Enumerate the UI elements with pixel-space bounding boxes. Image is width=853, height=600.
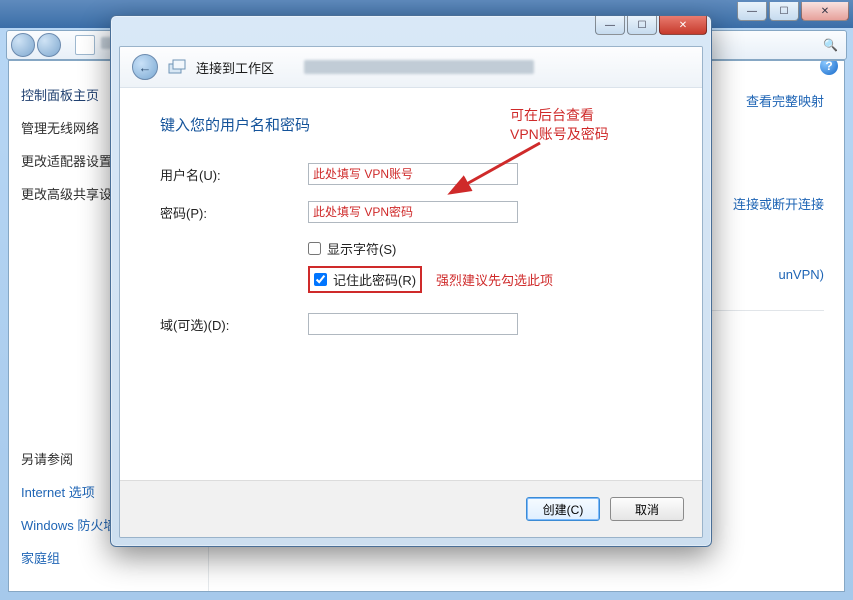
wizard-dialog: — ☐ ✕ ← 连接到工作区 键入您的用户名和密码 用户名(U): <box>110 15 712 547</box>
checkbox-show-chars[interactable] <box>308 242 321 255</box>
parent-maximize-button[interactable]: ☐ <box>769 2 799 21</box>
wizard-titlebar-controls: — ☐ ✕ <box>593 16 707 35</box>
parent-title-controls: — ☐ ✕ <box>735 2 849 21</box>
nav-back-icon[interactable] <box>11 33 35 57</box>
wizard-back-button[interactable]: ← <box>132 54 158 80</box>
wizard-body: ← 连接到工作区 键入您的用户名和密码 用户名(U): 密码(P): <box>119 46 703 538</box>
row-show-chars: 显示字符(S) <box>308 239 662 258</box>
wizard-subtitle-blurred <box>304 60 534 74</box>
wizard-maximize-button[interactable]: ☐ <box>627 16 657 35</box>
link-unvpn[interactable]: unVPN) <box>778 267 824 282</box>
label-show-chars: 显示字符(S) <box>327 239 396 258</box>
help-icon[interactable]: ? <box>820 60 838 75</box>
checkbox-remember[interactable] <box>314 273 327 286</box>
label-username: 用户名(U): <box>160 165 300 184</box>
link-view-full-map[interactable]: 查看完整映射 <box>746 91 824 110</box>
back-icon: ← <box>139 60 152 75</box>
button-create[interactable]: 创建(C) <box>526 497 600 521</box>
nav-forward-icon[interactable] <box>37 33 61 57</box>
close-icon: ✕ <box>821 6 829 17</box>
row-domain: 域(可选)(D): <box>160 313 662 335</box>
maximize-icon: ☐ <box>638 20 647 31</box>
wizard-heading: 键入您的用户名和密码 <box>160 114 662 135</box>
annotation-remember-advice: 强烈建议先勾选此项 <box>436 270 553 289</box>
search-icon: 🔍 <box>823 38 838 52</box>
wizard-title: 连接到工作区 <box>196 58 274 77</box>
close-icon: ✕ <box>679 20 687 31</box>
row-remember: 记住此密码(R) 强烈建议先勾选此项 <box>308 266 662 293</box>
minimize-icon: — <box>747 6 757 17</box>
wizard-header: ← 连接到工作区 <box>120 47 702 88</box>
minimize-icon: — <box>605 20 615 31</box>
wizard-minimize-button[interactable]: — <box>595 16 625 35</box>
sidebar-link-homegroup[interactable]: 家庭组 <box>21 548 196 567</box>
maximize-icon: ☐ <box>780 6 789 17</box>
label-remember: 记住此密码(R) <box>333 270 416 289</box>
parent-minimize-button[interactable]: — <box>737 2 767 21</box>
input-domain[interactable] <box>308 313 518 335</box>
wizard-close-button[interactable]: ✕ <box>659 16 707 35</box>
wizard-titlebar: — ☐ ✕ <box>111 16 711 44</box>
wizard-content: 键入您的用户名和密码 用户名(U): 密码(P): 显示字符(S) 记住此密码(… <box>120 88 702 482</box>
address-icon <box>75 35 95 55</box>
input-password[interactable] <box>308 201 518 223</box>
link-connect-disconnect[interactable]: 连接或断开连接 <box>733 194 824 213</box>
row-username: 用户名(U): <box>160 163 662 185</box>
button-cancel[interactable]: 取消 <box>610 497 684 521</box>
label-domain: 域(可选)(D): <box>160 315 300 334</box>
nav-back-forward[interactable] <box>11 33 69 57</box>
input-username[interactable] <box>308 163 518 185</box>
wizard-title-icon <box>168 58 186 76</box>
highlight-remember: 记住此密码(R) <box>308 266 422 293</box>
wizard-footer: 创建(C) 取消 <box>120 480 702 537</box>
parent-close-button[interactable]: ✕ <box>801 2 849 21</box>
row-password: 密码(P): <box>160 201 662 223</box>
label-password: 密码(P): <box>160 203 300 222</box>
